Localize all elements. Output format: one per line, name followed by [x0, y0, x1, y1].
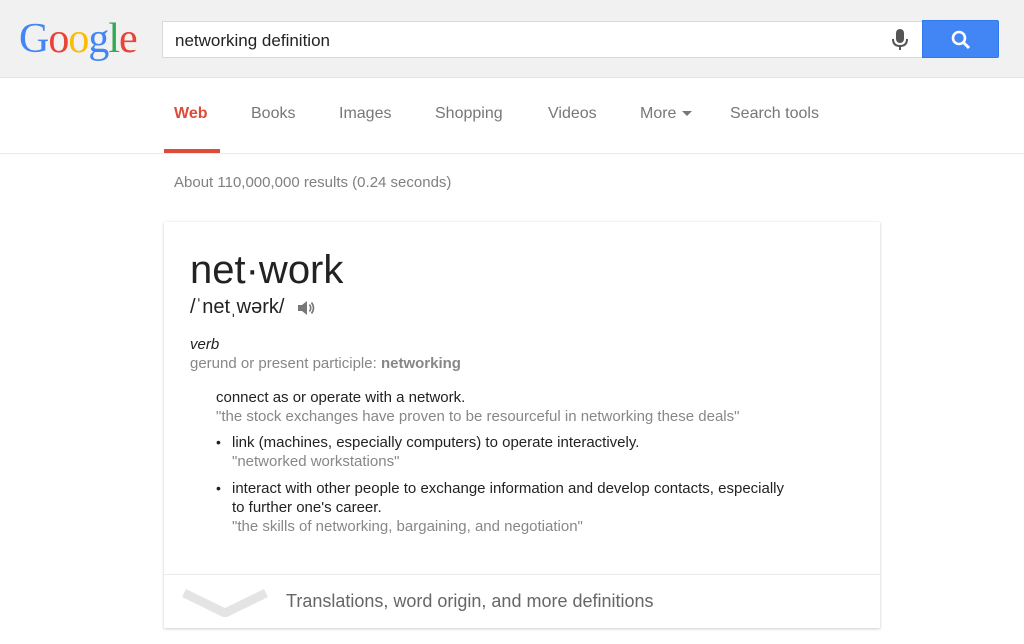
logo-letter: o — [68, 16, 89, 62]
phonetic: /ˈnetˌwərk/ — [190, 296, 316, 319]
sense-3-example: "the skills of networking, bargaining, a… — [232, 518, 583, 535]
sense-2-text: link (machines, especially computers) to… — [232, 434, 640, 451]
logo-letter: g — [88, 16, 109, 62]
bullet: • — [216, 480, 221, 496]
part-of-speech: verb — [190, 336, 220, 353]
dictionary-card: net·work /ˈnetˌwərk/ verb gerund or pres… — [164, 222, 880, 628]
microphone-icon[interactable] — [892, 29, 908, 51]
tab-more[interactable]: More — [640, 105, 693, 123]
tab-web[interactable]: Web — [174, 105, 207, 123]
speaker-icon[interactable] — [296, 299, 316, 317]
logo-letter: l — [108, 16, 120, 62]
header-bar: Google networking definition — [0, 0, 1024, 78]
search-query-text: networking definition — [175, 31, 330, 50]
chevron-down-icon — [182, 588, 268, 617]
gerund-label: gerund or present participle: — [190, 355, 381, 372]
sense-3-text-line1: interact with other people to exchange i… — [232, 480, 785, 497]
headword: net·work — [190, 248, 344, 292]
sense-1-text: connect as or operate with a network. — [216, 389, 466, 406]
sense-1-example: "the stock exchanges have proven to be r… — [216, 408, 740, 425]
logo-letter: o — [48, 16, 69, 62]
more-definitions-toggle[interactable]: Translations, word origin, and more defi… — [164, 574, 880, 628]
tab-shopping[interactable]: Shopping — [435, 105, 503, 123]
tab-books[interactable]: Books — [251, 105, 295, 123]
tab-search-tools[interactable]: Search tools — [730, 105, 819, 123]
search-tabs: Web Books Images Shopping Videos More Se… — [0, 78, 1024, 154]
logo-letter: e — [119, 16, 138, 62]
bullet: • — [216, 434, 221, 450]
tab-more-label: More — [640, 105, 677, 122]
google-logo[interactable]: Google — [19, 14, 138, 64]
search-button[interactable] — [922, 20, 999, 58]
sense-2-example: "networked workstations" — [232, 453, 400, 470]
caret-down-icon — [682, 111, 693, 117]
gerund-line: gerund or present participle: networking — [190, 355, 461, 372]
phonetic-text: /ˈnetˌwərk/ — [190, 296, 285, 318]
sense-3-text-line2: to further one's career. — [232, 499, 382, 516]
search-icon — [951, 30, 971, 50]
tab-videos[interactable]: Videos — [548, 105, 597, 123]
gerund-value: networking — [380, 355, 461, 372]
active-tab-indicator — [164, 149, 220, 153]
search-input[interactable]: networking definition — [162, 21, 922, 58]
more-definitions-label: Translations, word origin, and more defi… — [286, 591, 654, 611]
result-stats: About 110,000,000 results (0.24 seconds) — [174, 174, 452, 191]
logo-letter: G — [19, 16, 49, 62]
tab-images[interactable]: Images — [339, 105, 391, 123]
